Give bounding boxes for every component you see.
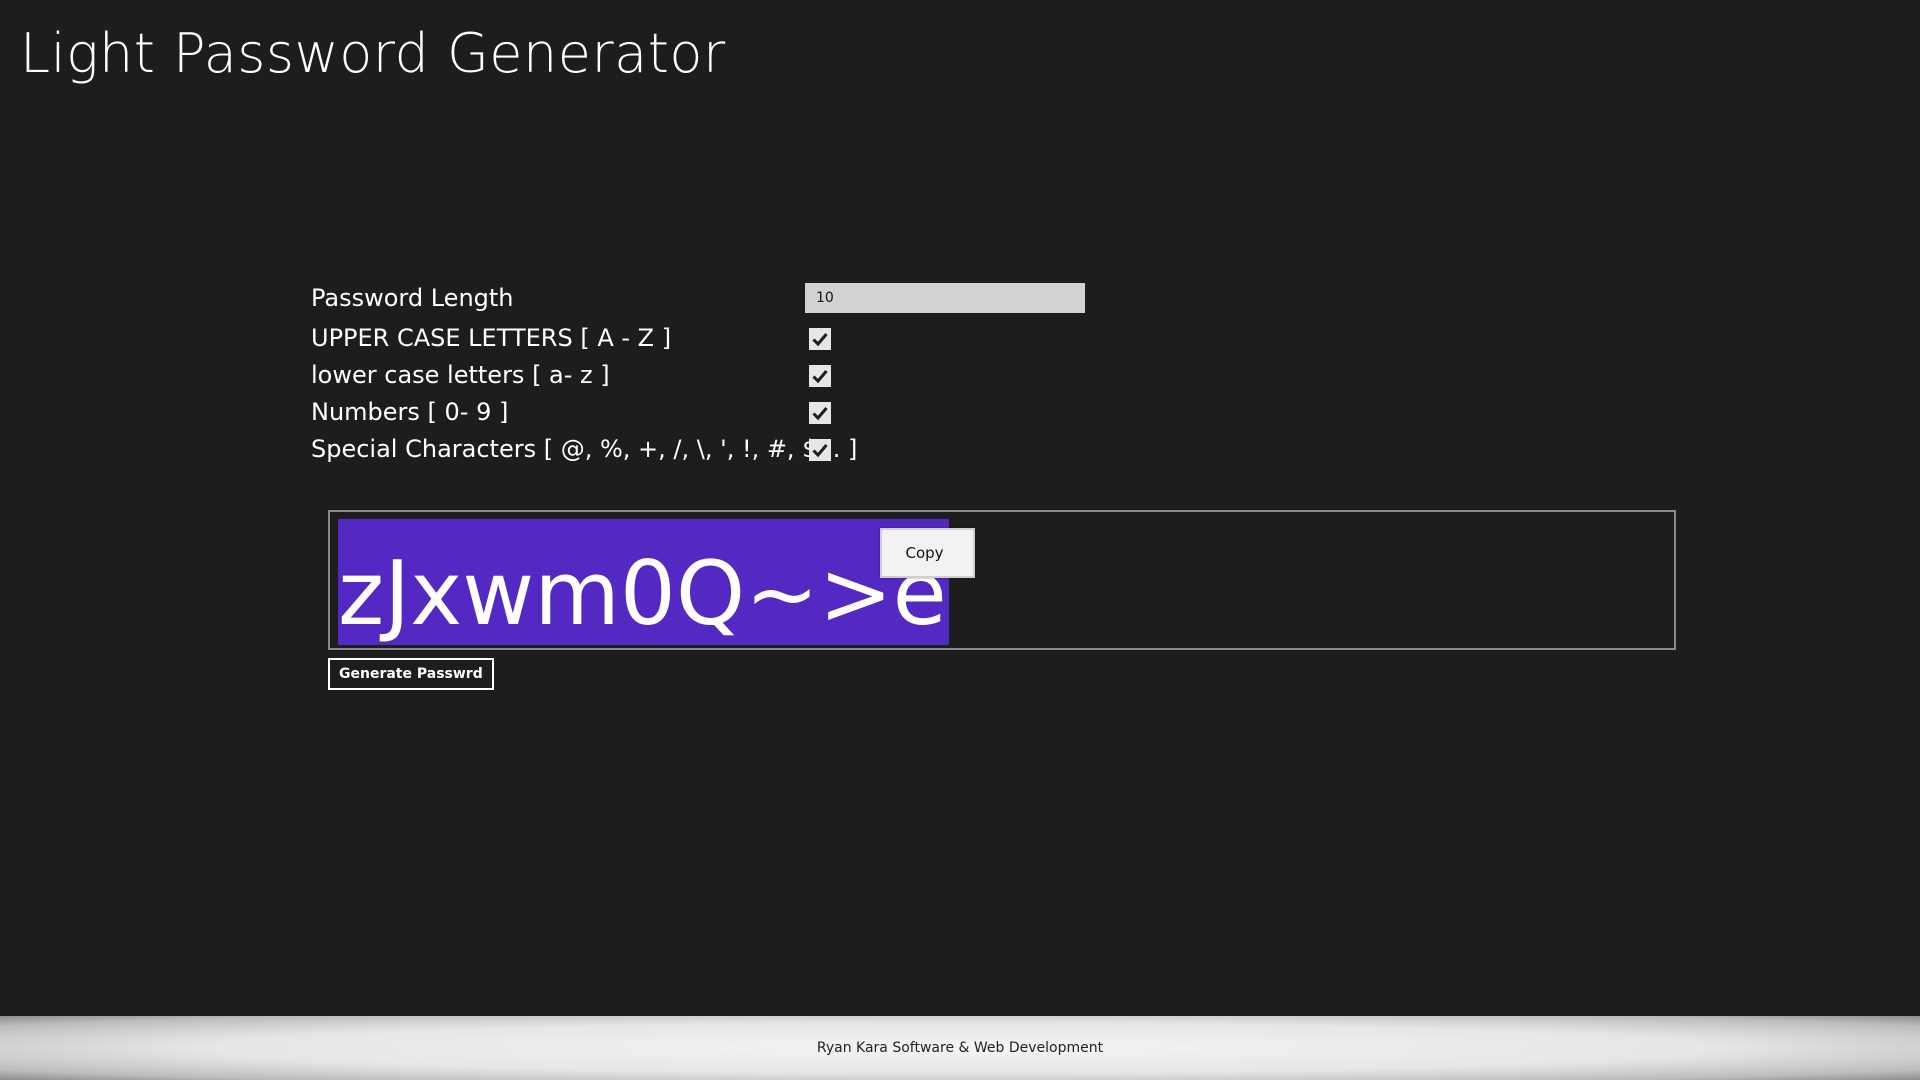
password-text[interactable]: zJxwm0Q~>e [338,519,949,645]
password-length-row: Password Length [311,280,1111,316]
uppercase-row: UPPER CASE LETTERS [ A - Z ] [311,320,1111,356]
footer-bar: Ryan Kara Software & Web Development [0,1016,1920,1080]
numbers-label: Numbers [ 0- 9 ] [311,398,509,426]
app-title: Light Password Generator [20,22,726,85]
numbers-row: Numbers [ 0- 9 ] [311,394,1111,430]
special-checkbox[interactable] [809,439,831,461]
copy-label: Copy [905,544,944,562]
footer-credit: Ryan Kara Software & Web Development [816,1040,1104,1056]
lowercase-row: lower case letters [ a- z ] [311,357,1111,393]
checkmark-icon [812,370,828,384]
checkmark-icon [812,333,828,347]
app-window: Light Password Generator Password Length… [0,0,1920,1080]
password-length-input[interactable] [805,283,1085,313]
copy-menu-item[interactable]: Copy [880,528,975,578]
special-label: Special Characters [ @, %, +, /, \, ', !… [311,435,858,463]
checkmark-icon [812,407,828,421]
numbers-checkbox[interactable] [809,402,831,424]
generate-password-button[interactable]: Generate Passwrd [328,658,494,690]
password-length-label: Password Length [311,284,514,312]
uppercase-checkbox[interactable] [809,328,831,350]
password-output-box[interactable]: zJxwm0Q~>e Copy [328,510,1676,650]
lowercase-checkbox[interactable] [809,365,831,387]
lowercase-label: lower case letters [ a- z ] [311,361,610,389]
special-row: Special Characters [ @, %, +, /, \, ', !… [311,431,1111,467]
checkmark-icon [812,444,828,458]
uppercase-label: UPPER CASE LETTERS [ A - Z ] [311,324,672,352]
